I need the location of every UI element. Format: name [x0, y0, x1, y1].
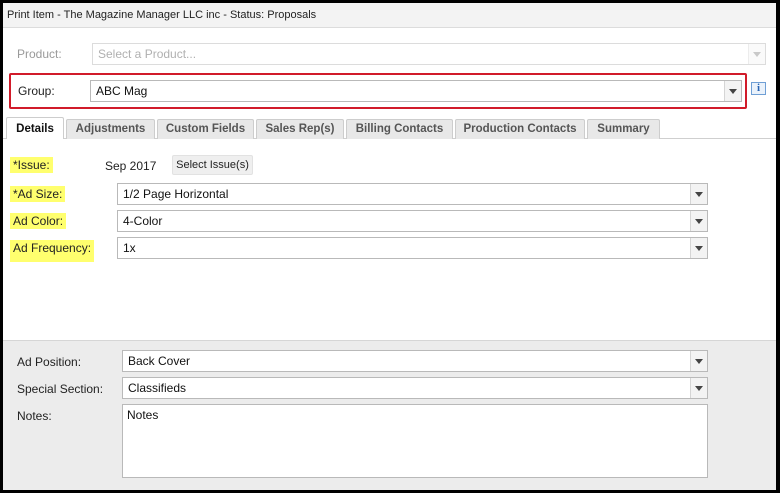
issue-value: Sep 2017 [105, 159, 157, 173]
chevron-down-icon [690, 351, 707, 371]
product-placeholder: Select a Product... [98, 47, 197, 61]
ad-color-label: Ad Color: [10, 213, 67, 229]
tab-production-contacts[interactable]: Production Contacts [455, 119, 585, 139]
ad-size-label: *Ad Size: [10, 186, 66, 202]
ad-frequency-select[interactable]: 1x [117, 237, 708, 259]
special-section-label: Special Section: [17, 382, 104, 396]
ad-size-value: 1/2 Page Horizontal [123, 187, 229, 201]
notes-label: Notes: [17, 409, 52, 423]
ad-position-select[interactable]: Back Cover [122, 350, 708, 372]
ad-frequency-value: 1x [123, 241, 136, 255]
print-item-window: Print Item - The Magazine Manager LLC in… [3, 3, 776, 490]
ad-position-value: Back Cover [128, 354, 191, 368]
group-select[interactable]: ABC Mag [90, 80, 742, 102]
chevron-down-icon [690, 238, 707, 258]
ad-color-select[interactable]: 4-Color [117, 210, 708, 232]
special-section-select[interactable]: Classifieds [122, 377, 708, 399]
chevron-down-icon [690, 211, 707, 231]
tab-details[interactable]: Details [6, 117, 64, 139]
group-value: ABC Mag [96, 84, 148, 98]
chevron-down-icon [690, 184, 707, 204]
tab-sales-reps[interactable]: Sales Rep(s) [256, 119, 344, 139]
issue-label: *Issue: [10, 157, 53, 173]
chevron-down-icon [690, 378, 707, 398]
window-title: Print Item - The Magazine Manager LLC in… [3, 3, 776, 28]
tab-billing-contacts[interactable]: Billing Contacts [346, 119, 453, 139]
ad-position-label: Ad Position: [17, 355, 82, 369]
additional-details-panel: Ad Position: Back Cover Special Section:… [3, 340, 776, 490]
tab-bar: Details Adjustments Custom Fields Sales … [3, 117, 776, 139]
ad-frequency-label: Ad Frequency: [10, 240, 95, 262]
chevron-down-icon [724, 81, 741, 101]
select-issues-button[interactable]: Select Issue(s) [172, 155, 253, 175]
info-icon[interactable]: i [751, 82, 766, 95]
group-label: Group: [18, 84, 55, 98]
ad-color-value: 4-Color [123, 214, 163, 228]
product-select[interactable]: Select a Product... [92, 43, 766, 65]
tab-summary[interactable]: Summary [587, 119, 660, 139]
notes-textarea[interactable]: Notes [122, 404, 708, 478]
product-label: Product: [17, 47, 62, 61]
tab-adjustments[interactable]: Adjustments [66, 119, 155, 139]
special-section-value: Classifieds [128, 381, 187, 395]
tab-custom-fields[interactable]: Custom Fields [157, 119, 254, 139]
ad-size-select[interactable]: 1/2 Page Horizontal [117, 183, 708, 205]
chevron-down-icon [748, 44, 765, 64]
